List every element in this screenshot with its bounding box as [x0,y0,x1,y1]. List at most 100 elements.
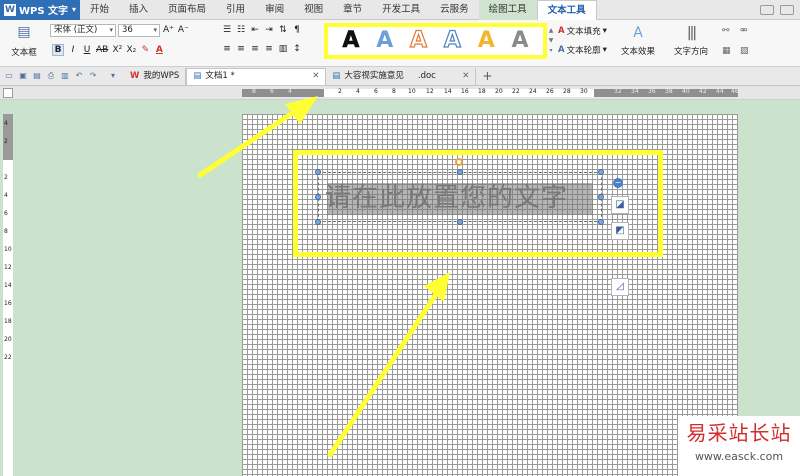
text-style-4[interactable]: A [443,27,461,54]
tab-view[interactable]: 视图 [294,0,333,20]
skin-icon[interactable] [760,4,774,15]
strikethrough-button[interactable]: AB [96,45,108,55]
site-watermark: 易采站长站 www.easck.com [678,416,800,476]
open-icon[interactable]: ▭ [4,71,14,81]
tab-document-1[interactable]: ▤ 文档1 * ✕ [186,67,327,85]
ruler-label: 18 [478,88,486,95]
align-icon[interactable]: ▦ [722,46,731,56]
undo-icon[interactable]: ↶ [74,71,84,81]
tab-home[interactable]: 开始 [80,0,119,20]
shape-outline-icon[interactable]: ◿ [611,278,629,296]
tab-insert[interactable]: 插入 [119,0,158,20]
doc-icon: ▤ [193,71,202,81]
tab-drawing-tools[interactable]: 绘图工具 [478,0,537,20]
text-outline-button[interactable]: A 文本轮廓 ▾ [558,44,607,56]
break-link-icon[interactable]: ⚮ [740,26,748,36]
app-menu-button[interactable]: W WPS 文字 ▾ [0,0,80,20]
vertical-ruler[interactable]: 4 2 2 4 6 8 10 12 14 16 18 20 22 [3,114,13,476]
text-style-5[interactable]: A [478,28,495,54]
close-icon[interactable]: ✕ [462,68,469,85]
align-left-icon[interactable]: ≡ [222,44,232,54]
text-direction-icon: ||| [686,25,697,41]
ruler-label: 4 [356,88,360,95]
link-textbox-icon[interactable]: ⚯ [722,26,730,36]
align-right-icon[interactable]: ≡ [250,44,260,54]
chevron-down-icon: ▾ [602,45,607,55]
wps-logo-icon: W [4,3,16,16]
ruler-toggle-icon[interactable] [3,88,13,98]
text-fill-button[interactable]: A 文本填充 ▾ [558,25,607,37]
justify-icon[interactable]: ≡ [264,44,274,54]
ruler-label: 28 [563,88,571,95]
text-effect-label: 文本效果 [620,47,655,57]
bullet-list-icon[interactable]: ☰ [222,25,232,35]
menu-bar: W WPS 文字 ▾ 开始 插入 页面布局 引用 审阅 视图 章节 开发工具 云… [0,0,800,20]
tab-text-tools[interactable]: 文本工具 [536,0,597,20]
tab-page-layout[interactable]: 页面布局 [158,0,216,20]
chevron-down-icon: ▾ [109,26,113,34]
tab-document-1-label: 文档1 * [205,71,235,81]
subscript-button[interactable]: X₂ [126,45,136,55]
chevron-up-icon[interactable]: ▲ [548,26,554,36]
wrap-icon[interactable]: ▧ [740,46,749,56]
text-effect-icon: A [633,25,643,41]
more-icon[interactable]: ▾ [548,46,554,56]
app-name: WPS 文字 [19,6,69,17]
save-icon[interactable]: ▣ [18,71,28,81]
text-style-gallery[interactable]: A A A A A A [324,23,547,59]
gallery-scroll[interactable]: ▲ ▼ ▾ [548,26,554,58]
tab-other-document-label: 大容视实施意见 [344,70,404,81]
text-style-3[interactable]: A [409,27,427,54]
font-color-icon[interactable]: A [154,45,164,55]
print-icon[interactable]: ⎙ [46,71,56,81]
text-effect-button[interactable]: A 文本效果 [618,24,658,57]
tab-developer[interactable]: 开发工具 [372,0,430,20]
tab-references[interactable]: 引用 [216,0,255,20]
help-icon[interactable] [780,4,794,15]
distribute-icon[interactable]: ▥ [278,44,288,54]
bold-button[interactable]: B [52,44,64,56]
increase-indent-icon[interactable]: ⇥ [264,25,274,35]
align-center-icon[interactable]: ≡ [236,44,246,54]
text-style-1[interactable]: A [342,28,360,54]
tab-cloud[interactable]: 云服务 [430,0,479,20]
numbered-list-icon[interactable]: ☷ [236,25,246,35]
tab-section[interactable]: 章节 [333,0,372,20]
font-name-value: 宋体 (正文) [54,25,98,35]
line-spacing-icon[interactable]: ↕ [292,44,302,54]
text-direction-label: 文字方向 [673,47,708,57]
close-icon[interactable]: ✕ [312,68,319,85]
italic-button[interactable]: I [68,45,78,55]
ruler-label: 42 [699,88,707,95]
export-pdf-icon[interactable]: ▤ [32,71,42,81]
decrease-indent-icon[interactable]: ⇤ [250,25,260,35]
superscript-button[interactable]: X² [112,45,122,55]
tab-other-document[interactable]: ▤ 大容视实施意见 .doc ✕ [326,67,477,85]
sort-icon[interactable]: ⇅ [278,25,288,35]
paragraph-row-2: ≡ ≡ ≡ ≡ ▥ ↕ [222,44,302,54]
text-style-2[interactable]: A [376,28,393,54]
font-name-select[interactable]: 宋体 (正文) ▾ [50,24,116,37]
new-tab-button[interactable]: + [482,69,492,83]
tab-review[interactable]: 审阅 [255,0,294,20]
ruler-label: 4 [288,88,292,95]
text-direction-button[interactable]: ||| 文字方向 [670,24,712,57]
show-marks-icon[interactable]: ¶ [292,25,302,35]
tab-my-wps[interactable]: W 我的WPS [124,67,187,85]
redo-icon[interactable]: ↷ [88,71,98,81]
ruler-label: 8 [252,88,256,95]
chevron-down-icon[interactable]: ▾ [108,71,118,81]
chevron-down-icon[interactable]: ▼ [548,36,554,46]
horizontal-ruler[interactable]: 8 6 4 2 4 6 8 10 12 14 16 18 20 22 24 26… [242,88,739,97]
textbox-group[interactable]: ▤ 文本框 [4,24,44,58]
font-size-select[interactable]: 36 ▾ [118,24,160,37]
ruler-label: 34 [631,88,639,95]
text-style-6[interactable]: A [512,28,529,54]
ruler-label: 26 [546,88,554,95]
ruler-label: 22 [512,88,520,95]
preview-icon[interactable]: ▥ [60,71,70,81]
highlight-color-icon[interactable]: ✎ [140,45,150,55]
font-grow-button[interactable]: A⁺ [163,25,174,35]
underline-button[interactable]: U [82,45,92,55]
font-shrink-button[interactable]: A⁻ [178,25,189,35]
